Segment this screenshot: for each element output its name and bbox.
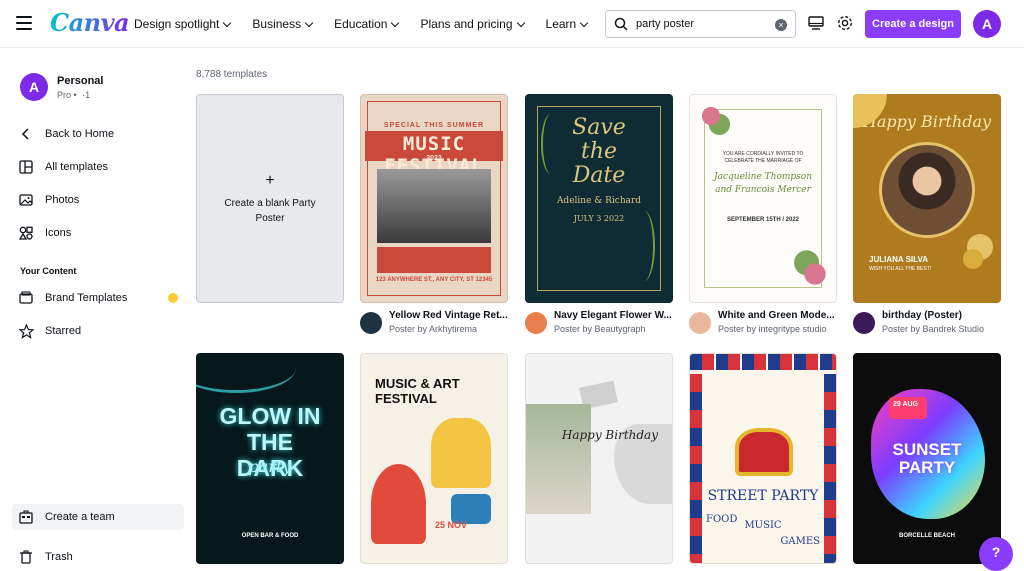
help-button[interactable]: ? [979,537,1013,571]
canva-logo[interactable]: Canva [50,8,130,37]
desktop-app-icon[interactable] [807,14,825,32]
template-card[interactable]: 29 AUG SUNSET PARTY BORCELLE BEACH [853,353,1001,564]
nav-education[interactable]: Education [334,17,400,31]
nav-business[interactable]: Business [252,17,314,31]
plus-icon: + [265,171,275,189]
avatar[interactable]: A [973,10,1001,38]
template-card[interactable]: YOU ARE CORDIALLY INVITED TO CELEBRATE T… [689,94,837,303]
sidebar-item-trash[interactable]: Trash [12,544,184,570]
template-info[interactable]: White and Green Mode... Poster by integr… [689,310,849,336]
template-card[interactable]: Happy Birthday [525,353,673,564]
chevron-down-icon [516,18,525,27]
creator-avatar [853,312,875,334]
crown-icon [168,293,178,303]
chevron-down-icon [391,18,400,27]
trash-icon [18,549,34,565]
main-nav: Design spotlight Business Education Plan… [134,0,589,48]
sidebar-item-all-templates[interactable]: All templates [12,154,184,180]
template-card[interactable]: MUSIC & ART FESTIVAL 25 NOV [360,353,508,564]
nav-plans-pricing[interactable]: Plans and pricing [420,17,525,31]
shapes-icon [18,225,34,241]
template-card[interactable]: Save the Date Adeline & Richard JULY 3 2… [525,94,673,303]
hamburger-menu-icon[interactable] [16,16,32,30]
template-card[interactable]: Happy Birthday JULIANA SILVA WISH YOU AL… [853,94,1001,303]
creator-avatar [360,312,382,334]
template-card[interactable]: GLOW IN THE DARK party OPEN BAR & FOOD [196,353,344,564]
profile-name: Personal [57,74,104,87]
creator-avatar [525,312,547,334]
template-card[interactable]: STREET PARTY FOOD MUSIC GAMES [689,353,837,564]
template-card[interactable]: SPECIAL THIS SUMMER MUSIC FESTIVAL 2023 … [360,94,508,303]
back-to-home[interactable]: Back to Home [12,121,184,147]
avatar: A [20,73,48,101]
profile-switcher[interactable]: A Personal Pro • ·1 [20,73,103,101]
star-icon [18,323,34,339]
team-icon [18,509,34,525]
search-icon [614,17,628,31]
clear-search-icon[interactable]: × [775,19,787,31]
chevron-down-icon [223,18,232,27]
chevron-down-icon [304,18,314,27]
top-nav-bar: Canva Design spotlight Business Educatio… [0,0,1024,48]
chevron-down-icon [579,18,589,27]
search-box: × [605,10,796,38]
create-design-button[interactable]: Create a design [865,10,961,38]
sidebar: A Personal Pro • ·1 Back to Home All tem… [0,49,196,564]
template-count: 8,788 templates [196,69,268,80]
brand-templates-icon [18,290,34,306]
search-input[interactable] [636,18,766,30]
nav-learn[interactable]: Learn [546,17,589,31]
templates-icon [18,159,34,175]
template-info[interactable]: Navy Elegant Flower W... Poster by Beaut… [525,310,685,336]
create-team-button[interactable]: Create a team [12,504,184,530]
profile-plan: Pro • ·1 [57,89,91,100]
chevron-left-icon [18,126,34,142]
sidebar-item-brand-templates[interactable]: Brand Templates [12,285,184,311]
gear-icon[interactable] [836,14,854,32]
photo-icon [18,192,34,208]
creator-avatar [689,312,711,334]
template-info[interactable]: birthday (Poster) Poster by Bandrek Stud… [853,310,1013,336]
sidebar-item-photos[interactable]: Photos [12,187,184,213]
your-content-heading: Your Content [20,266,77,276]
sidebar-item-icons[interactable]: Icons [12,220,184,246]
create-blank-poster-card[interactable]: + Create a blank Party Poster [196,94,344,303]
nav-design-spotlight[interactable]: Design spotlight [134,17,232,31]
template-info[interactable]: Yellow Red Vintage Ret... Poster by Arkh… [360,310,520,336]
sidebar-item-starred[interactable]: Starred [12,318,184,344]
